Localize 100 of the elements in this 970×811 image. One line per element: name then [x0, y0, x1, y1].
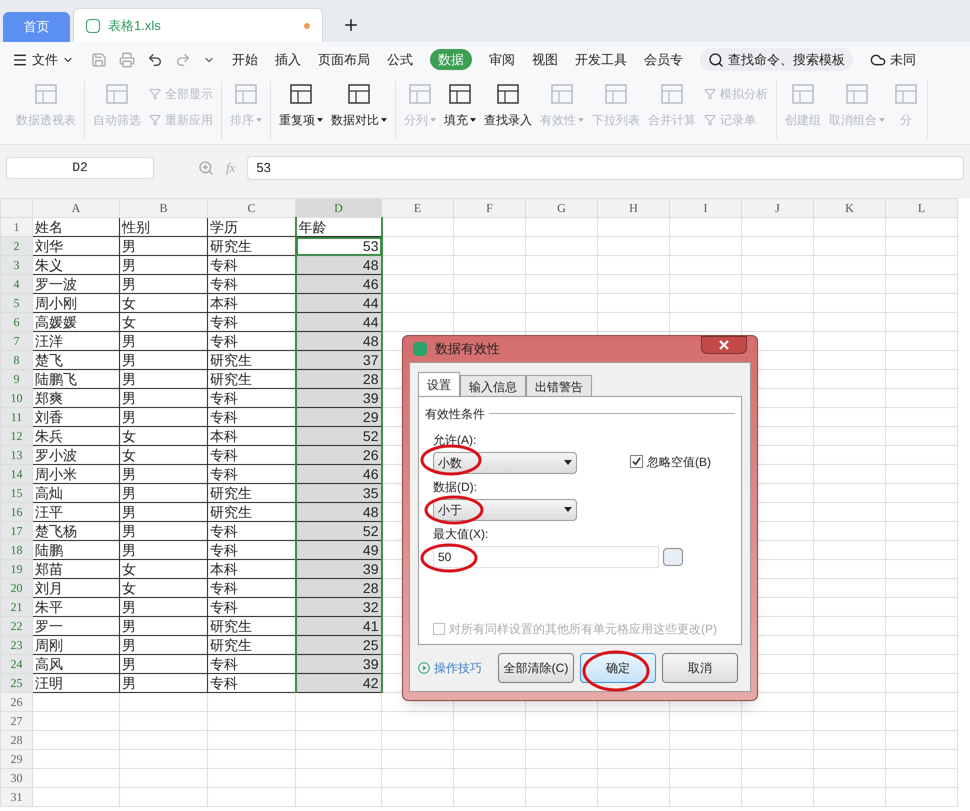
- range-select-icon[interactable]: [663, 548, 683, 566]
- table-cell[interactable]: 37: [296, 350, 382, 370]
- table-cell[interactable]: 男: [120, 408, 208, 426]
- column-header[interactable]: J: [742, 198, 814, 218]
- table-cell[interactable]: 男: [120, 332, 208, 350]
- row-header[interactable]: 21: [0, 598, 32, 616]
- row-header[interactable]: 6: [0, 312, 32, 332]
- table-cell[interactable]: 男: [120, 484, 208, 502]
- table-cell[interactable]: 周小米: [32, 464, 120, 484]
- table-cell[interactable]: 专科: [208, 274, 296, 294]
- table-cell[interactable]: 男: [120, 502, 208, 522]
- row-header[interactable]: 19: [0, 560, 32, 578]
- table-cell[interactable]: 专科: [208, 256, 296, 274]
- table-cell[interactable]: 48: [296, 332, 382, 350]
- table-cell[interactable]: 44: [296, 312, 382, 332]
- table-cell[interactable]: 48: [296, 502, 382, 522]
- table-cell[interactable]: 44: [296, 294, 382, 312]
- table-cell[interactable]: 男: [120, 674, 208, 692]
- row-header[interactable]: 25: [0, 674, 32, 692]
- table-cell[interactable]: 52: [296, 426, 382, 446]
- table-cell[interactable]: 28: [296, 370, 382, 388]
- menu-tab[interactable]: 页面布局: [318, 50, 370, 70]
- table-cell[interactable]: 男: [120, 522, 208, 540]
- table-cell[interactable]: 男: [120, 274, 208, 294]
- dialog-tab[interactable]: 设置: [418, 372, 460, 396]
- table-cell[interactable]: 年龄: [296, 218, 382, 236]
- row-header[interactable]: 26: [0, 692, 32, 712]
- table-cell[interactable]: 专科: [208, 332, 296, 350]
- menu-tab[interactable]: 开始: [232, 50, 258, 70]
- table-cell[interactable]: 本科: [208, 560, 296, 578]
- table-cell[interactable]: 28: [296, 578, 382, 598]
- table-cell[interactable]: 陆鹏飞: [32, 370, 120, 388]
- row-header[interactable]: 3: [0, 256, 32, 274]
- ribbon-button[interactable]: 数据对比: [331, 81, 387, 129]
- formula-field[interactable]: 53: [247, 156, 964, 180]
- row-header[interactable]: 30: [0, 768, 32, 788]
- table-cell[interactable]: 32: [296, 598, 382, 616]
- table-cell[interactable]: 郑苗: [32, 560, 120, 578]
- table-cell[interactable]: 高灿: [32, 484, 120, 502]
- menu-tab[interactable]: 视图: [532, 50, 558, 70]
- table-cell[interactable]: 本科: [208, 426, 296, 446]
- table-cell[interactable]: 男: [120, 598, 208, 616]
- row-header[interactable]: 16: [0, 502, 32, 522]
- table-cell[interactable]: 研究生: [208, 502, 296, 522]
- column-header[interactable]: H: [598, 198, 670, 218]
- ignore-blank-checkbox[interactable]: 忽略空值(B): [630, 452, 711, 471]
- column-header[interactable]: E: [382, 198, 454, 218]
- row-header[interactable]: 29: [0, 750, 32, 768]
- table-cell[interactable]: 汪明: [32, 674, 120, 692]
- table-cell[interactable]: 陆鹏: [32, 540, 120, 560]
- file-tab[interactable]: 表格1.xls: [73, 8, 323, 42]
- row-header[interactable]: 10: [0, 388, 32, 408]
- row-header[interactable]: 11: [0, 408, 32, 426]
- table-cell[interactable]: 专科: [208, 388, 296, 408]
- column-header[interactable]: F: [454, 198, 526, 218]
- max-value-field[interactable]: 50: [433, 546, 659, 568]
- table-cell[interactable]: 刘月: [32, 578, 120, 598]
- row-header[interactable]: 1: [0, 218, 32, 236]
- dialog-tab[interactable]: 输入信息: [460, 374, 526, 396]
- menu-tab[interactable]: 会员专: [644, 50, 683, 70]
- column-header[interactable]: C: [208, 198, 296, 218]
- row-header[interactable]: 9: [0, 370, 32, 388]
- table-cell[interactable]: 53: [296, 236, 382, 256]
- undo-icon[interactable]: [147, 52, 163, 68]
- table-cell[interactable]: 郑爽: [32, 388, 120, 408]
- table-cell[interactable]: 专科: [208, 522, 296, 540]
- table-cell[interactable]: 女: [120, 446, 208, 464]
- menu-tab[interactable]: 开发工具: [575, 50, 627, 70]
- row-header[interactable]: 20: [0, 578, 32, 598]
- save-icon[interactable]: [91, 52, 107, 68]
- table-cell[interactable]: 朱义: [32, 256, 120, 274]
- data-dropdown[interactable]: 小于: [433, 498, 577, 521]
- column-header[interactable]: K: [814, 198, 886, 218]
- table-cell[interactable]: 罗小波: [32, 446, 120, 464]
- table-cell[interactable]: 女: [120, 578, 208, 598]
- table-cell[interactable]: 研究生: [208, 636, 296, 654]
- table-cell[interactable]: 46: [296, 464, 382, 484]
- table-cell[interactable]: 男: [120, 464, 208, 484]
- column-header[interactable]: I: [670, 198, 742, 218]
- table-cell[interactable]: 女: [120, 426, 208, 446]
- table-cell[interactable]: 专科: [208, 446, 296, 464]
- table-cell[interactable]: 专科: [208, 312, 296, 332]
- redo-icon[interactable]: [175, 52, 191, 68]
- table-cell[interactable]: 专科: [208, 540, 296, 560]
- name-box[interactable]: D2: [6, 156, 154, 178]
- table-cell[interactable]: 46: [296, 274, 382, 294]
- table-cell[interactable]: 35: [296, 484, 382, 502]
- table-cell[interactable]: 41: [296, 616, 382, 636]
- table-cell[interactable]: 刘华: [32, 236, 120, 256]
- table-cell[interactable]: 研究生: [208, 370, 296, 388]
- table-cell[interactable]: 本科: [208, 294, 296, 312]
- table-cell[interactable]: 39: [296, 654, 382, 674]
- sync-status[interactable]: 未同: [870, 50, 916, 70]
- new-tab-icon[interactable]: [342, 16, 360, 34]
- table-cell[interactable]: 男: [120, 350, 208, 370]
- row-header[interactable]: 15: [0, 484, 32, 502]
- table-cell[interactable]: 学历: [208, 218, 296, 236]
- table-cell[interactable]: 男: [120, 616, 208, 636]
- column-header[interactable]: D: [296, 198, 382, 218]
- search-field[interactable]: 查找命令、搜索模板: [700, 48, 853, 72]
